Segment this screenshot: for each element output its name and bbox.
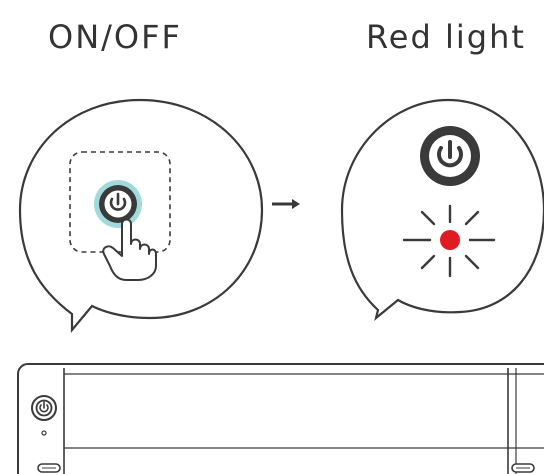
right-speech-bubble <box>340 98 544 321</box>
power-icon <box>420 126 480 186</box>
power-icon <box>94 180 142 228</box>
power-icon[interactable] <box>31 395 57 421</box>
left-speech-bubble <box>18 98 264 334</box>
device-body <box>17 363 544 474</box>
instruction-diagram <box>17 98 544 474</box>
arrow-right-icon <box>272 199 300 209</box>
